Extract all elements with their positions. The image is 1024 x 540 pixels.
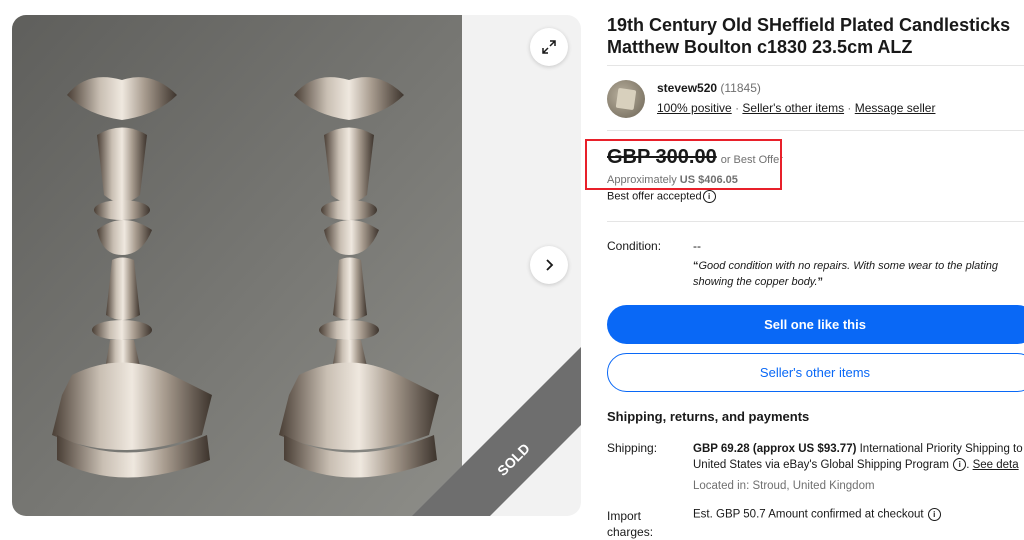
expand-button[interactable] — [530, 28, 568, 66]
chevron-right-icon — [546, 259, 554, 271]
best-offer-accepted: Best offer accepted i — [607, 190, 716, 203]
import-note: Amount confirmed at checkout — [765, 508, 924, 521]
shipping-text-1: International Priority Shipping to — [856, 443, 1023, 455]
condition-label: Condition: — [607, 239, 662, 253]
message-seller-link[interactable]: Message seller — [855, 101, 936, 115]
seller-links: 100% positive · Seller's other items · M… — [657, 101, 935, 115]
condition-quote-line-1: Good condition with no repairs. With som… — [698, 260, 999, 272]
seller-score: (11845) — [720, 81, 761, 95]
seller-info: stevew520 (11845) — [657, 81, 761, 95]
separator: · — [847, 101, 852, 115]
divider — [607, 65, 1024, 66]
listing-title: 19th Century Old SHeffield Plated Candle… — [607, 15, 1011, 57]
price-highlight-box — [585, 139, 782, 190]
import-amount: Est. GBP 50.7 — [693, 508, 766, 521]
shipping-details: GBP 69.28 (approx US $93.77) Internation… — [693, 443, 1023, 472]
separator: · — [735, 101, 740, 115]
seller-other-items-link[interactable]: Seller's other items — [742, 101, 844, 115]
accepted-label: Best offer accepted — [607, 190, 702, 203]
seller-avatar[interactable] — [607, 80, 645, 118]
shipping-label: Shipping: — [607, 441, 658, 455]
product-photo[interactable] — [12, 15, 462, 516]
info-icon[interactable]: i — [953, 458, 967, 472]
condition-quote-line-2: showing the copper body. — [693, 276, 818, 288]
see-details-link[interactable]: See deta — [973, 459, 1019, 471]
sell-one-like-this-button[interactable]: Sell one like this — [607, 305, 1024, 344]
import-label-1: Import — [607, 509, 642, 523]
import-charges-details: Est. GBP 50.7 Amount confirmed at checko… — [693, 508, 941, 521]
divider — [607, 221, 1024, 222]
quote-mark: ” — [817, 276, 824, 288]
condition-value: -- — [693, 239, 701, 253]
divider — [607, 130, 1024, 131]
import-label-2: charges: — [607, 525, 654, 539]
shipping-text-2: United States via eBay's Global Shipping… — [693, 459, 949, 471]
next-image-button[interactable] — [530, 246, 568, 284]
item-location: Located in: Stroud, United Kingdom — [693, 480, 875, 492]
seller-positive-link[interactable]: 100% positive — [657, 101, 732, 115]
sold-label: SOLD — [494, 440, 533, 479]
shipping-section-title: Shipping, returns, and payments — [607, 409, 810, 424]
info-icon[interactable]: i — [702, 190, 716, 203]
sellers-other-items-button[interactable]: Seller's other items — [607, 353, 1024, 392]
seller-name[interactable]: stevew520 — [657, 81, 717, 95]
condition-description: “Good condition with no repairs. With so… — [693, 258, 1024, 290]
import-charges-label: Import charges: — [607, 508, 653, 540]
expand-icon — [542, 40, 556, 54]
info-icon[interactable]: i — [927, 508, 941, 521]
shipping-price: GBP 69.28 (approx US $93.77) — [693, 443, 857, 455]
image-gallery[interactable]: SOLD — [12, 15, 581, 516]
